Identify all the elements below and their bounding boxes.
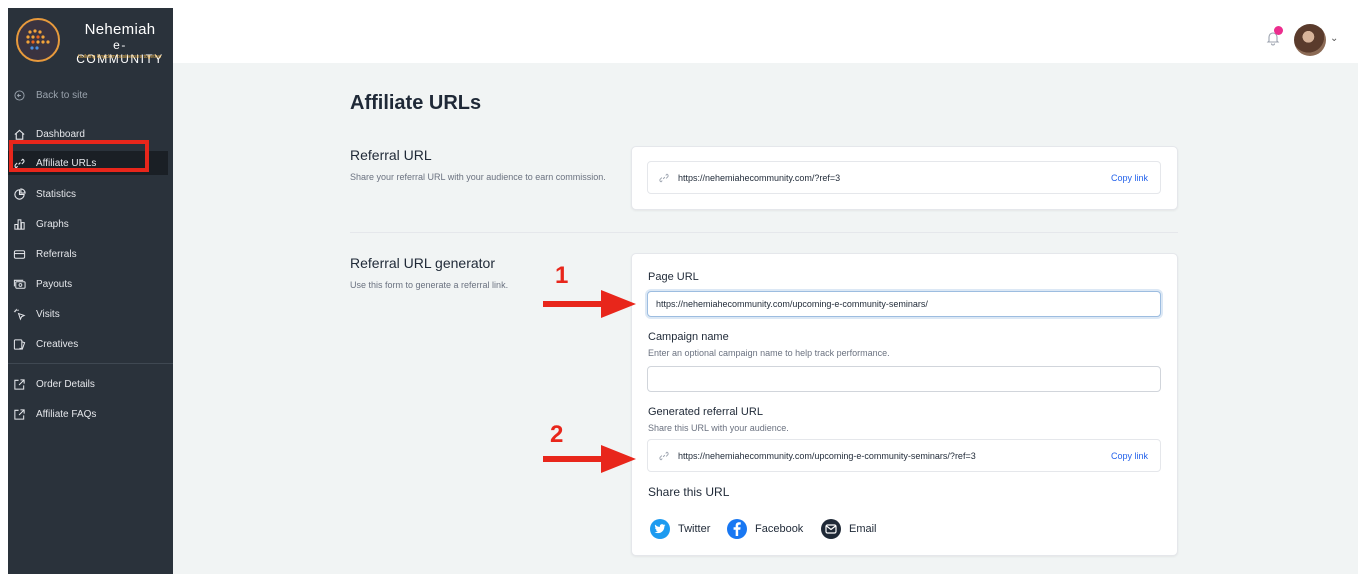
- back-arrow-circle-icon: [12, 88, 26, 102]
- sidebar-item-label: Visits: [36, 308, 60, 320]
- pie-chart-icon: [12, 187, 26, 201]
- share-twitter-button[interactable]: Twitter: [650, 519, 710, 539]
- bar-chart-icon: [12, 217, 26, 231]
- sidebar-item-label: Order Details: [36, 378, 95, 390]
- sidebar-item-label: Dashboard: [36, 128, 85, 140]
- share-email-button[interactable]: Email: [821, 519, 877, 539]
- share-facebook-label: Facebook: [755, 523, 804, 535]
- annotation-arrow-2-icon: [543, 445, 636, 473]
- generator-heading: Referral URL generator: [350, 255, 495, 271]
- image-icon: [12, 337, 26, 351]
- share-facebook-button[interactable]: Facebook: [727, 519, 803, 539]
- generated-url-box[interactable]: https://nehemiahecommunity.com/upcoming-…: [647, 439, 1161, 472]
- brand-tagline: building kingdom businesses together: [78, 54, 162, 60]
- sidebar-item-affiliate-faqs[interactable]: Affiliate FAQs: [8, 402, 168, 426]
- sidebar-item-statistics[interactable]: Statistics: [8, 182, 168, 206]
- logo-dots-icon: [26, 29, 50, 50]
- link-icon: [659, 451, 669, 460]
- sidebar-item-creatives[interactable]: Creatives: [8, 332, 168, 356]
- sidebar-item-graphs[interactable]: Graphs: [8, 212, 168, 236]
- sidebar: Nehemiah e-COMMUNITY building kingdom bu…: [8, 8, 173, 574]
- share-twitter-label: Twitter: [678, 523, 711, 535]
- annotation-highlight-box: [9, 140, 149, 172]
- share-url-heading: Share this URL: [648, 485, 730, 499]
- generated-url-text: https://nehemiahecommunity.com/upcoming-…: [678, 450, 976, 461]
- credit-card-icon: [12, 247, 26, 261]
- sidebar-item-order-details[interactable]: Order Details: [8, 372, 168, 396]
- generated-url-help: Share this URL with your audience.: [648, 423, 789, 433]
- facebook-icon: [727, 519, 747, 539]
- twitter-icon: [650, 519, 670, 539]
- annotation-arrow-1-icon: [543, 290, 636, 318]
- brand-logo[interactable]: Nehemiah e-COMMUNITY building kingdom bu…: [8, 8, 173, 70]
- page-title: Affiliate URLs: [350, 92, 482, 114]
- sidebar-item-label: Statistics: [36, 188, 77, 200]
- back-to-site-label: Back to site: [36, 89, 88, 101]
- link-icon: [659, 173, 669, 182]
- generated-url-label: Generated referral URL: [648, 406, 763, 418]
- referral-url-box[interactable]: https://nehemiahecommunity.com/?ref=3 Co…: [647, 161, 1161, 194]
- notification-badge: [1274, 26, 1283, 35]
- email-icon: [821, 519, 841, 539]
- sidebar-item-referrals[interactable]: Referrals: [8, 242, 168, 266]
- sidebar-item-visits[interactable]: Visits: [8, 302, 168, 326]
- sidebar-item-label: Referrals: [36, 248, 77, 260]
- external-link-icon: [12, 407, 26, 421]
- campaign-name-input[interactable]: [647, 366, 1161, 392]
- referral-url-description: Share your referral URL with your audien…: [350, 172, 606, 182]
- sidebar-item-label: Creatives: [36, 338, 79, 350]
- home-icon: [12, 127, 26, 141]
- share-email-label: Email: [849, 523, 877, 535]
- sidebar-item-label: Payouts: [36, 278, 73, 290]
- page-url-label: Page URL: [648, 271, 699, 283]
- referral-url-heading: Referral URL: [350, 147, 432, 163]
- back-to-site-link[interactable]: Back to site: [8, 83, 168, 107]
- external-link-icon: [12, 377, 26, 391]
- cursor-click-icon: [12, 307, 26, 321]
- campaign-name-help: Enter an optional campaign name to help …: [648, 348, 890, 358]
- copy-link-button[interactable]: Copy link: [1111, 173, 1148, 183]
- brand-name: Nehemiah: [84, 21, 156, 38]
- avatar[interactable]: [1294, 24, 1326, 56]
- referral-url-text: https://nehemiahecommunity.com/?ref=3: [678, 172, 841, 183]
- sidebar-item-label: Graphs: [36, 218, 69, 230]
- annotation-marker-1: 1: [555, 262, 569, 289]
- cash-icon: [12, 277, 26, 291]
- brand-subname: e-COMMUNITY: [76, 38, 164, 66]
- sidebar-divider: [8, 363, 173, 364]
- page-url-value: https://nehemiahecommunity.com/upcoming-…: [656, 299, 928, 309]
- sidebar-item-label: Affiliate FAQs: [36, 408, 97, 420]
- copy-generated-link-button[interactable]: Copy link: [1111, 451, 1148, 461]
- section-divider: [350, 232, 1178, 233]
- campaign-name-label: Campaign name: [648, 331, 729, 343]
- chevron-down-icon[interactable]: ⌄: [1330, 33, 1338, 44]
- sidebar-item-payouts[interactable]: Payouts: [8, 272, 168, 296]
- page-url-input[interactable]: https://nehemiahecommunity.com/upcoming-…: [647, 291, 1161, 317]
